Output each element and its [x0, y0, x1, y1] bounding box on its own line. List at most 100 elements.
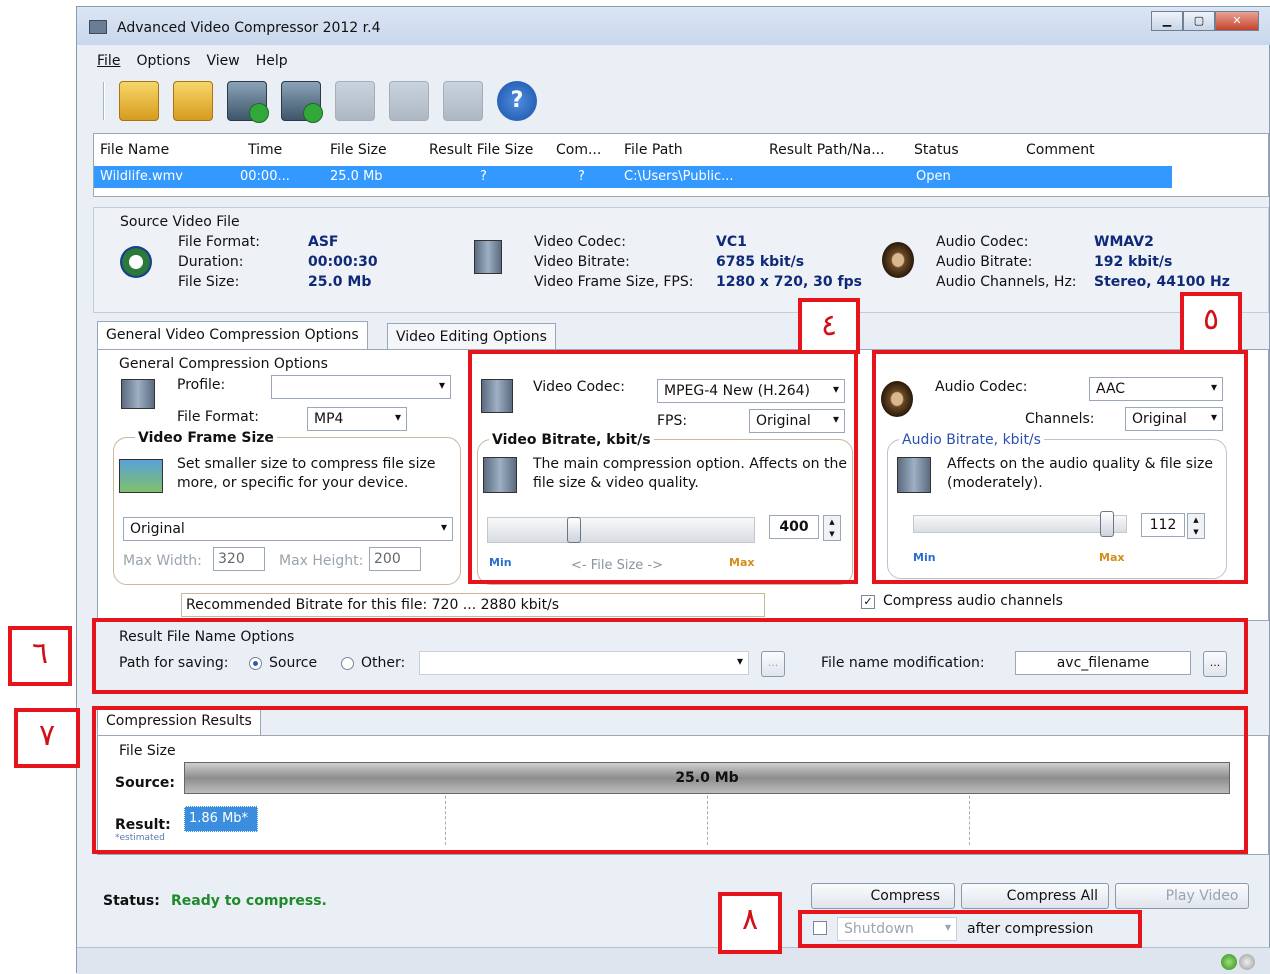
annotation-label-6: ٦ — [8, 626, 72, 686]
compress-audio-checkbox[interactable]: ✓ — [861, 595, 875, 609]
frame-size-value: 1280 x 720, 30 fps — [716, 274, 862, 290]
annotation-box-6 — [92, 618, 1248, 694]
annotation-label-8: ٨ — [718, 892, 782, 954]
device-icon — [121, 379, 155, 409]
media-file-icon — [120, 246, 152, 278]
max-height-label: Max Height: — [279, 553, 364, 569]
max-width-input[interactable]: 320 — [213, 547, 265, 571]
status-led-icon — [1221, 954, 1237, 970]
window-title: Advanced Video Compressor 2012 r.4 — [117, 20, 381, 36]
file-size-value: 25.0 Mb — [308, 274, 372, 290]
resize-icon — [119, 459, 163, 493]
frame-size-label: Video Frame Size, FPS: — [534, 274, 694, 290]
play-icon — [303, 103, 323, 123]
audio-channels-value: Stereo, 44100 Hz — [1094, 274, 1230, 290]
compress-button-label: Compress — [870, 888, 940, 904]
cell-status: Open — [916, 169, 951, 184]
minimize-button[interactable]: ▁ — [1151, 11, 1183, 31]
source-video-panel: Source Video File File Format: ASF Durat… — [93, 207, 1269, 313]
file-format-label: File Format: — [178, 234, 260, 250]
profile-select[interactable] — [271, 375, 451, 399]
audio-codec-value: WMAV2 — [1094, 234, 1154, 250]
col-result-path[interactable]: Result Path/Na... — [769, 142, 885, 158]
tab-video-editing[interactable]: Video Editing Options — [387, 323, 556, 351]
file-list[interactable]: File Name Time File Size Result File Siz… — [93, 133, 1269, 197]
audio-channels-label: Audio Channels, Hz: — [936, 274, 1077, 290]
cell-com: ? — [578, 169, 585, 184]
col-com[interactable]: Com... — [556, 142, 601, 158]
title-bar: Advanced Video Compressor 2012 r.4 ▁ ▢ ✕ — [77, 7, 1270, 45]
col-file-size[interactable]: File Size — [330, 142, 387, 158]
col-status[interactable]: Status — [914, 142, 959, 158]
profile-label: Profile: — [177, 377, 226, 393]
col-file-path[interactable]: File Path — [624, 142, 683, 158]
film-icon — [474, 240, 502, 274]
audio-codec-label: Audio Codec: — [936, 234, 1029, 250]
app-icon — [89, 20, 107, 34]
frame-size-select[interactable]: Original — [123, 517, 453, 541]
duration-label: Duration: — [178, 254, 244, 270]
toolbar-separator — [103, 82, 105, 120]
play-video-icon[interactable] — [443, 81, 483, 121]
status-label: Status: — [103, 893, 160, 909]
annotation-label-4: ٤ — [798, 298, 860, 354]
annotation-box-8 — [798, 910, 1142, 948]
status-bar — [77, 947, 1270, 974]
frame-size-desc: Set smaller size to compress file size m… — [177, 456, 436, 491]
recommended-bitrate: Recommended Bitrate for this file: 720 .… — [181, 593, 765, 617]
compress-audio-label: Compress audio channels — [883, 593, 1063, 609]
compress-all-button[interactable]: Compress All — [961, 883, 1109, 909]
source-title: Source Video File — [120, 214, 240, 230]
col-file-name[interactable]: File Name — [100, 142, 169, 158]
compress-all-icon[interactable] — [281, 81, 323, 123]
help-icon[interactable]: ? — [497, 81, 537, 121]
frame-size-title: Video Frame Size — [135, 430, 277, 446]
play-video-button[interactable]: Play Video — [1115, 883, 1249, 909]
cell-time: 00:00... — [240, 169, 290, 184]
menu-options[interactable]: Options — [136, 47, 190, 71]
col-result-size[interactable]: Result File Size — [429, 142, 533, 158]
audio-bitrate-label: Audio Bitrate: — [936, 254, 1033, 270]
annotation-box-5 — [872, 350, 1248, 584]
compress-icon[interactable] — [227, 81, 269, 123]
max-height-input[interactable]: 200 — [369, 547, 421, 571]
menu-help[interactable]: Help — [256, 47, 288, 71]
open-file-icon[interactable] — [119, 81, 159, 121]
table-row[interactable]: Wildlife.wmv 00:00... 25.0 Mb ? ? C:\Use… — [94, 166, 1172, 188]
col-comment[interactable]: Comment — [1026, 142, 1095, 158]
play-icon — [249, 103, 269, 123]
duration-value: 00:00:30 — [308, 254, 378, 270]
max-width-label: Max Width: — [123, 553, 202, 569]
open-folder-icon[interactable] — [173, 81, 213, 121]
annotation-box-7 — [92, 706, 1248, 854]
cell-result-size: ? — [480, 169, 487, 184]
video-codec-value: VC1 — [716, 234, 747, 250]
compress-button[interactable]: Compress — [811, 883, 955, 909]
cell-file-path: C:\Users\Public... — [624, 169, 734, 184]
file-format-select[interactable]: MP4 — [307, 407, 407, 431]
file-list-header: File Name Time File Size Result File Siz… — [94, 134, 1268, 164]
annotation-label-7: ٧ — [14, 708, 80, 768]
status-led-icon — [1239, 954, 1255, 970]
annotation-box-4 — [468, 350, 858, 584]
maximize-button[interactable]: ▢ — [1183, 11, 1215, 31]
col-time[interactable]: Time — [248, 142, 282, 158]
general-options-title: General Compression Options — [119, 356, 328, 372]
close-button[interactable]: ✕ — [1215, 11, 1259, 31]
menu-view[interactable]: View — [206, 47, 239, 71]
speaker-icon — [882, 242, 914, 278]
tab-general[interactable]: General Video Compression Options — [97, 321, 368, 351]
file-size-label: File Size: — [178, 274, 240, 290]
video-codec-label: Video Codec: — [534, 234, 626, 250]
pause-icon[interactable] — [335, 81, 375, 121]
menu-file[interactable]: File — [97, 47, 120, 71]
compress-all-button-label: Compress All — [1006, 888, 1098, 904]
play-video-button-label: Play Video — [1165, 888, 1239, 904]
stop-icon[interactable] — [389, 81, 429, 121]
audio-bitrate-value: 192 kbit/s — [1094, 254, 1173, 270]
annotation-label-5: ٥ — [1180, 292, 1242, 354]
file-format-value: ASF — [308, 234, 339, 250]
file-format-select-label: File Format: — [177, 409, 259, 425]
menu-bar: File Options View Help — [77, 47, 1270, 71]
status-text: Ready to compress. — [171, 893, 327, 909]
